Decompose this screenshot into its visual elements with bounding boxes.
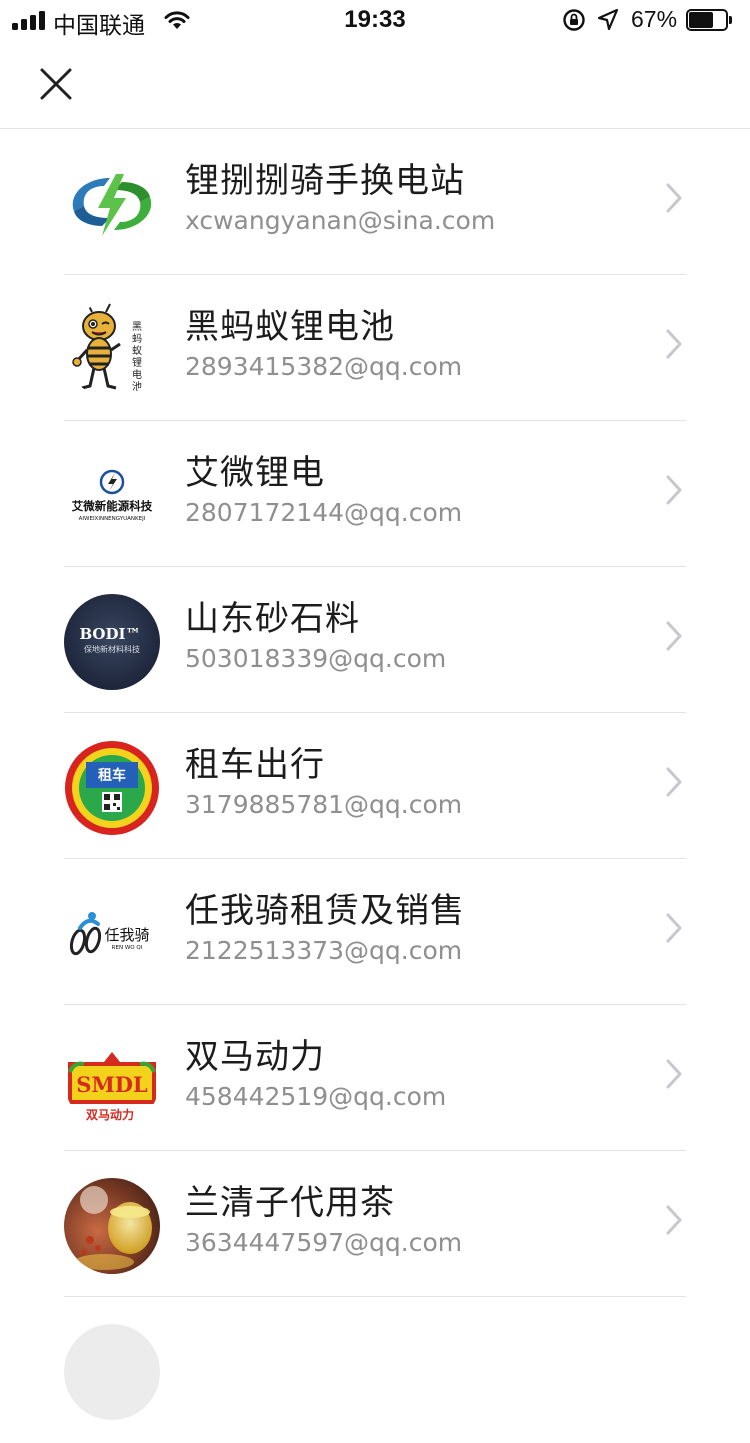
chevron-right-icon bbox=[666, 475, 682, 505]
svg-text:锂: 锂 bbox=[132, 357, 142, 369]
close-icon bbox=[40, 68, 72, 100]
list-item[interactable]: SMDL 双马动力 双马动力 458442519@qq.com bbox=[0, 1005, 750, 1151]
partial-avatar bbox=[64, 1324, 160, 1420]
svg-text:AIWEIXINNENGYUANKEJI: AIWEIXINNENGYUANKEJI bbox=[79, 516, 146, 522]
svg-text:BODI™: BODI™ bbox=[79, 625, 140, 643]
list-item[interactable]: 兰清子代用茶 3634447597@qq.com bbox=[0, 1151, 750, 1297]
contact-name: 艾微锂电 bbox=[185, 453, 325, 493]
contact-email: 2807172144@qq.com bbox=[185, 498, 463, 527]
list-item[interactable]: 艾微新能源科技 AIWEIXINNENGYUANKEJI 艾微锂电 280717… bbox=[0, 421, 750, 567]
battery-icon bbox=[686, 9, 732, 31]
contact-name: 锂捌捌骑手换电站 bbox=[185, 161, 465, 201]
chevron-right-icon bbox=[666, 1205, 682, 1235]
contact-email: xcwangyanan@sina.com bbox=[185, 206, 496, 235]
bodi-logo: BODI™ 保地新材料科技 bbox=[64, 594, 160, 690]
svg-text:蚂: 蚂 bbox=[132, 332, 142, 345]
svg-text:电: 电 bbox=[132, 368, 142, 381]
svg-text:REN WO QI: REN WO QI bbox=[112, 945, 143, 951]
svg-text:任我骑: 任我骑 bbox=[104, 926, 149, 944]
svg-text:艾微新能源科技: 艾微新能源科技 bbox=[72, 499, 153, 513]
close-button[interactable] bbox=[30, 60, 82, 108]
svg-text:保地新材料科技: 保地新材料科技 bbox=[84, 644, 140, 654]
svg-text:蚁: 蚁 bbox=[132, 345, 142, 357]
chevron-right-icon bbox=[666, 329, 682, 359]
contact-name: 租车出行 bbox=[185, 745, 325, 785]
list-item[interactable]: 锂捌捌骑手换电站 xcwangyanan@sina.com bbox=[0, 129, 750, 275]
chevron-right-icon bbox=[666, 621, 682, 651]
contact-email: 3634447597@qq.com bbox=[185, 1228, 463, 1257]
contact-list: 锂捌捌骑手换电站 xcwangyanan@sina.com 黑 蚂 蚁 锂 电 … bbox=[0, 129, 750, 1443]
contact-name: 双马动力 bbox=[185, 1037, 325, 1077]
location-icon bbox=[597, 8, 619, 31]
svg-text:黑: 黑 bbox=[132, 321, 142, 333]
svg-text:池: 池 bbox=[132, 380, 142, 393]
svg-text:SMDL: SMDL bbox=[76, 1072, 148, 1097]
ant-mascot-logo: 黑 蚂 蚁 锂 电 池 bbox=[64, 302, 160, 398]
battery-percent: 67% bbox=[631, 6, 678, 32]
svg-text:双马动力: 双马动力 bbox=[86, 1107, 134, 1122]
tea-photo bbox=[64, 1178, 160, 1274]
contact-email: 2122513373@qq.com bbox=[185, 936, 463, 965]
contact-email: 503018339@qq.com bbox=[185, 644, 447, 673]
chevron-right-icon bbox=[666, 1059, 682, 1089]
contact-email: 458442519@qq.com bbox=[185, 1082, 447, 1111]
rental-badge-logo: 租车 bbox=[64, 740, 160, 836]
contact-email: 3179885781@qq.com bbox=[185, 790, 463, 819]
status-bar: 中国联通 19:33 67% bbox=[0, 0, 750, 40]
contact-name: 任我骑租赁及销售 bbox=[185, 891, 465, 931]
aiwei-logo: 艾微新能源科技 AIWEIXINNENGYUANKEJI bbox=[64, 448, 160, 544]
contact-name: 黑蚂蚁锂电池 bbox=[185, 307, 395, 347]
rotation-lock-icon bbox=[563, 9, 585, 31]
lightning-logo bbox=[64, 156, 160, 252]
smdl-logo: SMDL 双马动力 bbox=[64, 1032, 160, 1128]
list-item[interactable]: BODI™ 保地新材料科技 山东砂石料 503018339@qq.com bbox=[0, 567, 750, 713]
renwoqi-logo: 任我骑 REN WO QI bbox=[64, 886, 160, 982]
contact-email: 2893415382@qq.com bbox=[185, 352, 463, 381]
list-item[interactable]: 任我骑 REN WO QI 任我骑租赁及销售 2122513373@qq.com bbox=[0, 859, 750, 1005]
svg-text:租车: 租车 bbox=[98, 767, 126, 784]
list-item[interactable]: 租车 租车出行 3179885781@qq.com bbox=[0, 713, 750, 859]
chevron-right-icon bbox=[666, 767, 682, 797]
list-item[interactable] bbox=[0, 1297, 750, 1443]
list-item[interactable]: 黑 蚂 蚁 锂 电 池 黑蚂蚁锂电池 2893415382@qq.com bbox=[0, 275, 750, 421]
chevron-right-icon bbox=[666, 183, 682, 213]
contact-name: 兰清子代用茶 bbox=[185, 1183, 395, 1223]
chevron-right-icon bbox=[666, 913, 682, 943]
contact-name: 山东砂石料 bbox=[185, 599, 360, 639]
nav-bar bbox=[0, 40, 750, 129]
